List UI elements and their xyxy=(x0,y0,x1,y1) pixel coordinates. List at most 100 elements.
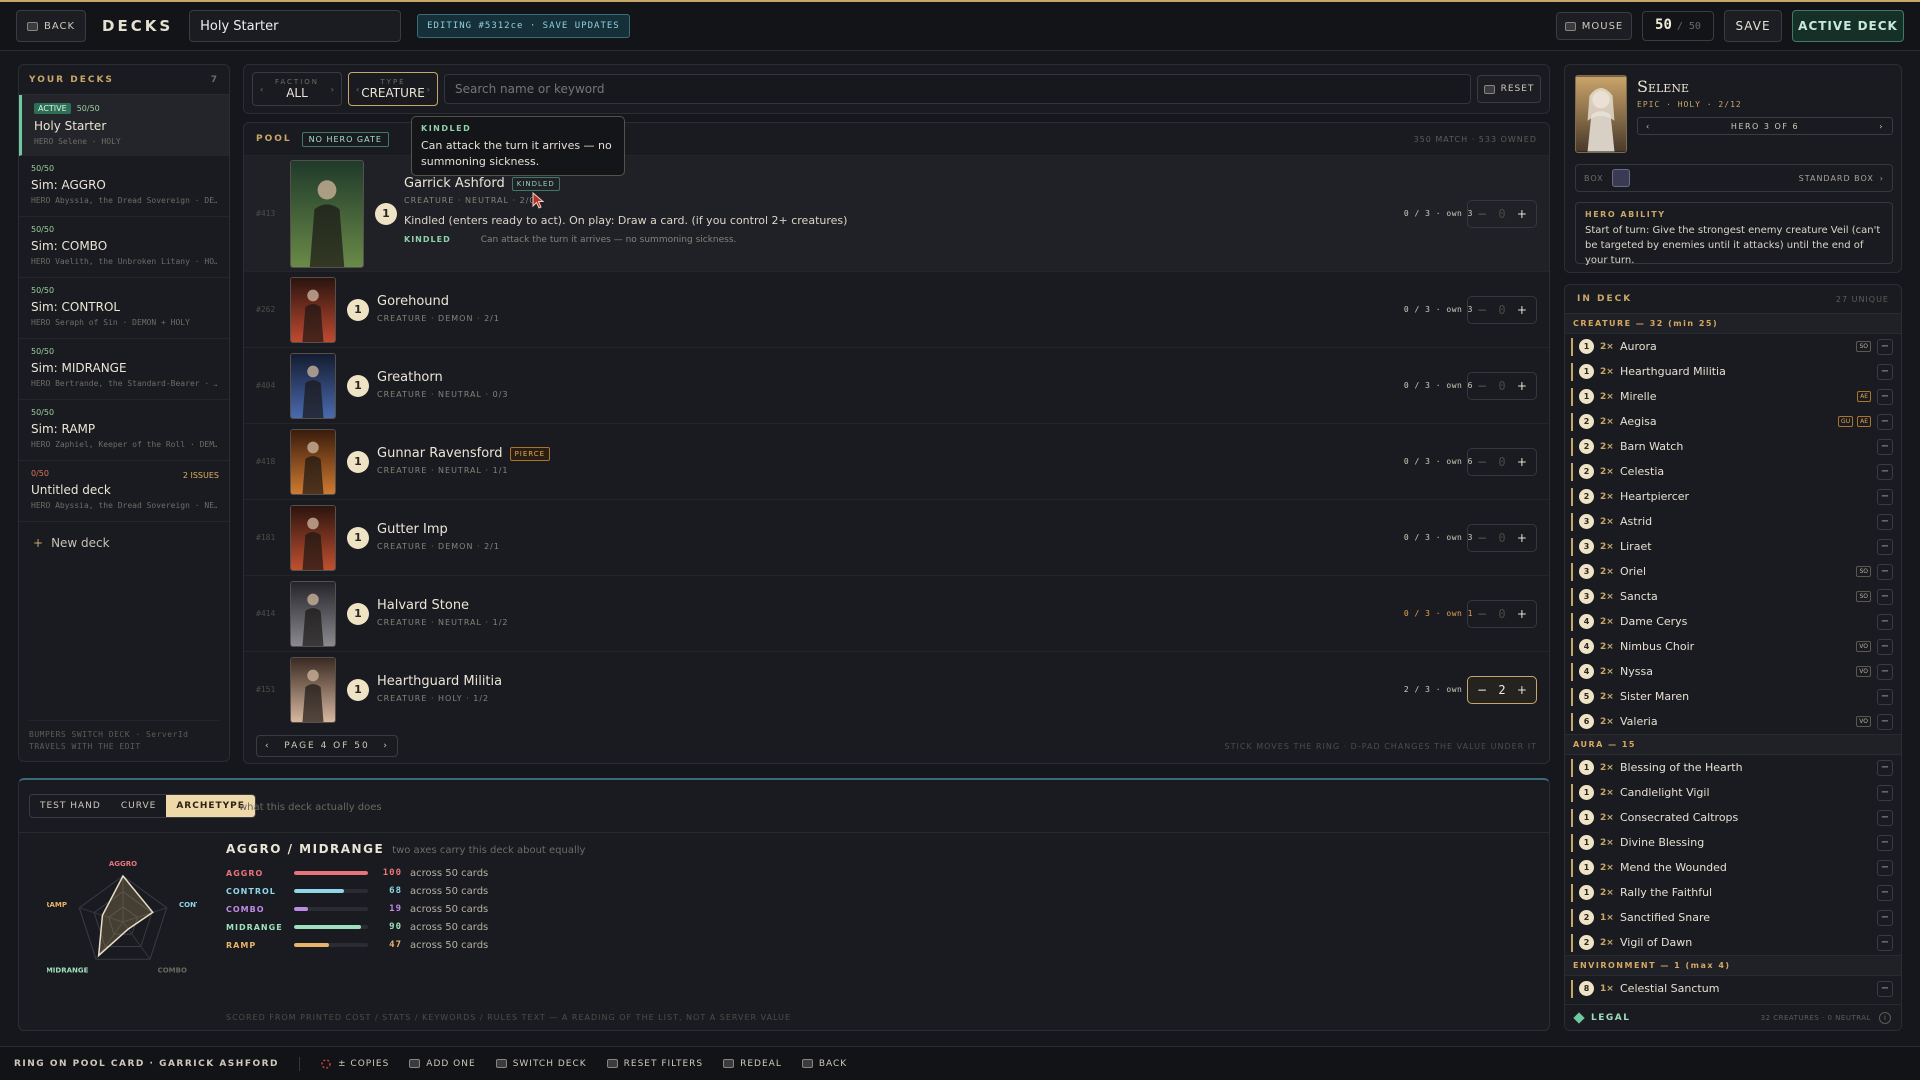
deck-card-row[interactable]: 1 2× Blessing of the Hearth − xyxy=(1565,755,1901,780)
minus-icon[interactable]: − xyxy=(1477,207,1487,221)
deck-card-row[interactable]: 1 2× Divine Blessing − xyxy=(1565,830,1901,855)
deck-card-row[interactable]: 3 2× Astrid − xyxy=(1565,509,1901,534)
pool-card-row[interactable]: #151 1 Hearthguard Militia CREATURE · HOLY … xyxy=(244,651,1549,727)
minus-icon[interactable]: − xyxy=(1477,531,1487,545)
remove-card-button[interactable]: − xyxy=(1877,884,1893,901)
deck-card-row[interactable]: 2 2× Celestia − xyxy=(1565,459,1901,484)
remove-card-button[interactable]: − xyxy=(1877,563,1893,580)
deck-card-row[interactable]: 2 1× Sanctified Snare − xyxy=(1565,905,1901,930)
deck-card-row[interactable]: 1 2× Consecrated Caltrops − xyxy=(1565,805,1901,830)
deck-card-row[interactable]: 1 2× Mend the Wounded − xyxy=(1565,855,1901,880)
deck-card-row[interactable]: 1 2× Rally the Faithful − xyxy=(1565,880,1901,905)
remove-card-button[interactable]: − xyxy=(1877,438,1893,455)
deck-item[interactable]: 50/50 Sim: CONTROL HERO Seraph of Sin · DE… xyxy=(19,278,229,339)
minus-icon[interactable]: − xyxy=(1477,303,1487,317)
deck-card-row[interactable]: 3 2× Oriel SO − xyxy=(1565,559,1901,584)
deck-card-row[interactable]: 6 2× Valeria VO − xyxy=(1565,709,1901,734)
chevron-left-icon[interactable]: ‹ xyxy=(356,85,359,94)
chevron-right-icon[interactable]: › xyxy=(427,85,430,94)
minus-icon[interactable]: − xyxy=(1477,607,1487,621)
remove-card-button[interactable]: − xyxy=(1877,759,1893,776)
deck-card-row[interactable]: 1 2× Candlelight Vigil − xyxy=(1565,780,1901,805)
quantity-stepper[interactable]: −0 + xyxy=(1467,199,1537,228)
deck-name-input[interactable] xyxy=(189,10,402,42)
deck-card-row[interactable]: 5 2× Sister Maren − xyxy=(1565,684,1901,709)
chevron-right-icon[interactable]: › xyxy=(1879,122,1884,131)
deck-card-row[interactable]: 4 2× Nyssa VO − xyxy=(1565,659,1901,684)
save-button[interactable]: SAVE xyxy=(1724,10,1782,42)
remove-card-button[interactable]: − xyxy=(1877,513,1893,530)
box-selector[interactable]: BOX STANDARD BOX › xyxy=(1575,164,1893,192)
minus-icon[interactable]: − xyxy=(1477,455,1487,469)
chevron-left-icon[interactable]: ‹ xyxy=(1646,122,1651,131)
deck-item[interactable]: 50/50 Sim: AGGRO HERO Abyssia, the Dread S… xyxy=(19,156,229,217)
remove-card-button[interactable]: − xyxy=(1877,713,1893,730)
quantity-stepper[interactable]: −0 + xyxy=(1467,599,1537,628)
pool-card-row[interactable]: #181 1 Gutter Imp CREATURE · DEMON · 2/1 0 /… xyxy=(244,499,1549,575)
deck-item[interactable]: 50/50 Sim: RAMP HERO Zaphiel, Keeper of th… xyxy=(19,400,229,461)
plus-icon[interactable]: + xyxy=(1517,303,1527,317)
minus-icon[interactable]: − xyxy=(1477,683,1487,697)
chevron-right-icon[interactable]: › xyxy=(1880,174,1884,183)
pager[interactable]: ‹ PAGE 4 OF 50 › xyxy=(256,735,398,757)
deck-item[interactable]: 50/50 Sim: MIDRANGE HERO Bertrande, the St… xyxy=(19,339,229,400)
deck-card-row[interactable]: 1 2× Hearthguard Militia − xyxy=(1565,359,1901,384)
remove-card-button[interactable]: − xyxy=(1877,784,1893,801)
chevron-left-icon[interactable]: ‹ xyxy=(265,741,271,751)
plus-icon[interactable]: + xyxy=(1517,607,1527,621)
type-filter[interactable]: ‹ TYPE CREATURE › xyxy=(348,72,438,106)
back-button[interactable]: BACK xyxy=(16,10,86,42)
new-deck-button[interactable]: + New deck xyxy=(19,522,229,564)
deck-card-row[interactable]: 8 1× Celestial Sanctum − xyxy=(1565,976,1901,1001)
deck-card-row[interactable]: 2 2× Barn Watch − xyxy=(1565,434,1901,459)
hero-selector[interactable]: ‹ HERO 3 OF 6 › xyxy=(1637,117,1893,135)
pool-card-row[interactable]: #404 1 Greathorn CREATURE · NEUTRAL · 0/3 0 … xyxy=(244,347,1549,423)
deck-item[interactable]: 50/50 Sim: COMBO HERO Vaelith, the Unbroke… xyxy=(19,217,229,278)
remove-card-button[interactable]: − xyxy=(1877,613,1893,630)
remove-card-button[interactable]: − xyxy=(1877,363,1893,380)
deck-card-row[interactable]: 1 2× Aurora SO − xyxy=(1565,334,1901,359)
remove-card-button[interactable]: − xyxy=(1877,388,1893,405)
deck-card-row[interactable]: 4 2× Dame Cerys − xyxy=(1565,609,1901,634)
remove-card-button[interactable]: − xyxy=(1877,980,1893,997)
remove-card-button[interactable]: − xyxy=(1877,338,1893,355)
remove-card-button[interactable]: − xyxy=(1877,638,1893,655)
quantity-stepper[interactable]: −0 + xyxy=(1467,295,1537,324)
reset-filters-button[interactable]: RESET xyxy=(1477,75,1541,103)
deck-card-row[interactable]: 3 2× Sancta SO − xyxy=(1565,584,1901,609)
chevron-right-icon[interactable]: › xyxy=(331,85,334,94)
plus-icon[interactable]: + xyxy=(1517,683,1527,697)
remove-card-button[interactable]: − xyxy=(1877,934,1893,951)
keyword-badge[interactable]: PIERCE xyxy=(509,446,551,461)
pool-card-row[interactable]: #262 1 Gorehound CREATURE · DEMON · 2/1 0 / … xyxy=(244,271,1549,347)
remove-card-button[interactable]: − xyxy=(1877,463,1893,480)
remove-card-button[interactable]: − xyxy=(1877,688,1893,705)
deck-item[interactable]: 0/50 2 ISSUES Untitled deck HERO Abyssia, t… xyxy=(19,461,229,522)
quantity-stepper[interactable]: −0 + xyxy=(1467,371,1537,400)
deck-card-row[interactable]: 4 2× Nimbus Choir VO − xyxy=(1565,634,1901,659)
deck-card-row[interactable]: 1 2× Mirelle AE − xyxy=(1565,384,1901,409)
plus-icon[interactable]: + xyxy=(1517,531,1527,545)
hero-portrait[interactable] xyxy=(1575,75,1627,153)
remove-card-button[interactable]: − xyxy=(1877,909,1893,926)
pool-card-row[interactable]: #418 1 Gunnar Ravensford PIERCE CREATURE · N… xyxy=(244,423,1549,499)
deck-card-row[interactable]: 2 2× Aegisa GU AE − xyxy=(1565,409,1901,434)
tab-curve[interactable]: CURVE xyxy=(111,795,166,817)
info-icon[interactable]: i xyxy=(1879,1011,1891,1024)
remove-card-button[interactable]: − xyxy=(1877,809,1893,826)
quantity-stepper[interactable]: −0 + xyxy=(1467,523,1537,552)
plus-icon[interactable]: + xyxy=(1517,207,1527,221)
remove-card-button[interactable]: − xyxy=(1877,663,1893,680)
plus-icon[interactable]: + xyxy=(1517,379,1527,393)
chevron-left-icon[interactable]: ‹ xyxy=(260,85,263,94)
chevron-right-icon[interactable]: › xyxy=(383,741,389,751)
remove-card-button[interactable]: − xyxy=(1877,538,1893,555)
keyword-badge[interactable]: KINDLED xyxy=(511,176,560,191)
search-input[interactable] xyxy=(444,74,1471,104)
deck-card-row[interactable]: 2 2× Vigil of Dawn − xyxy=(1565,930,1901,955)
deck-card-row[interactable]: 3 2× Liraet − xyxy=(1565,534,1901,559)
remove-card-button[interactable]: − xyxy=(1877,834,1893,851)
quantity-stepper[interactable]: −0 + xyxy=(1467,447,1537,476)
remove-card-button[interactable]: − xyxy=(1877,588,1893,605)
minus-icon[interactable]: − xyxy=(1477,379,1487,393)
